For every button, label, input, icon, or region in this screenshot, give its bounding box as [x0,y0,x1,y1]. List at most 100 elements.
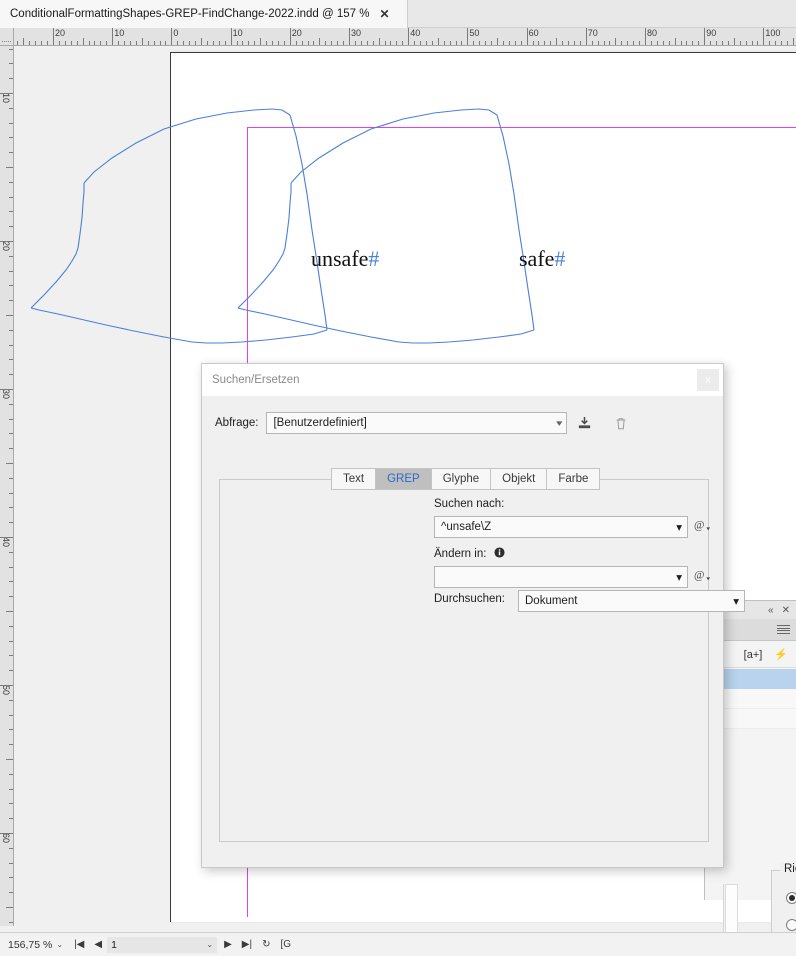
new-style-icon[interactable]: [a+] [744,649,763,661]
ruler-label: 20 [291,28,302,38]
ruler-label: 10 [114,28,125,38]
ruler-tick [449,41,451,45]
ruler-tick [171,28,173,45]
previous-page-icon[interactable]: ◀ [89,939,107,950]
ruler-tick [47,41,49,45]
ruler-tick [76,41,78,45]
ruler-tick [9,877,13,879]
last-page-icon[interactable]: ▶| [237,939,257,950]
close-icon[interactable]: ✕ [379,8,389,20]
chevron-down-icon[interactable]: ⌄ [56,940,63,949]
text-frame-content-safe[interactable]: safe# [519,246,565,272]
ruler-tick [0,241,13,242]
ruler-tick [787,41,789,45]
find-what-value: ^unsafe\Z [441,521,492,533]
direction-option-backward[interactable]: Rückwärts [786,919,796,931]
change-to-input[interactable]: ▾ [434,566,688,588]
horizontal-ruler[interactable]: 20 10 0 10 20 30 40 50 60 70 80 90 100 [14,28,796,46]
ruler-tick [9,818,13,820]
ruler-tick [230,28,232,45]
change-to-special-chars-icon[interactable]: @ [694,567,711,587]
find-change-dialog[interactable]: Suchen/Ersetzen x Abfrage: [Benutzerdefi… [201,363,796,956]
dialog-tab-farbe[interactable]: Farbe [546,468,601,490]
collapse-icon[interactable]: « [768,605,774,616]
page-number-input[interactable]: 1 ⌄ [107,936,218,953]
ruler-label: 70 [587,28,598,38]
chevron-down-icon[interactable]: ⌄ [206,940,213,949]
ruler-tick [70,41,72,45]
panel-menu-icon[interactable] [777,625,790,634]
find-what-special-chars-icon[interactable]: @ [694,517,711,537]
ruler-tick [343,41,345,45]
preflight-icon[interactable]: ↻ [257,939,275,950]
find-what-input[interactable]: ^unsafe\Z ▾ [434,516,688,538]
ruler-tick [58,41,60,45]
dialog-tab-text[interactable]: Text [331,468,376,490]
ruler-tick [9,625,13,627]
ruler-tick [0,93,13,94]
ruler-tick [437,38,439,45]
dialog-tab-objekt[interactable]: Objekt [490,468,547,490]
query-select[interactable]: [Benutzerdefiniert] ▾ [266,412,568,434]
dialog-tab-strip[interactable]: Text GREP Glyphe Objekt Farbe [331,468,601,490]
ruler-tick [195,41,197,45]
ruler-tick [793,38,794,45]
ruler-tick [9,581,13,583]
ruler-origin-corner[interactable] [0,28,14,46]
ruler-tick [135,41,137,45]
quick-apply-icon[interactable]: ⚡ [774,648,788,661]
dialog-tab-grep[interactable]: GREP [375,468,431,490]
ruler-tick [396,41,398,45]
scrollbar-thumb[interactable] [725,884,738,939]
ruler-label: 80 [647,28,658,38]
ruler-tick [573,41,575,45]
ruler-tick [645,28,646,45]
ruler-label: 10 [232,28,243,38]
document-tab[interactable]: ConditionalFormattingShapes-GREP-FindCha… [0,0,408,28]
dialog-tab-glyphe[interactable]: Glyphe [430,468,491,490]
ruler-tick [331,41,333,45]
ruler-tick [0,685,13,686]
zoom-control[interactable]: 156,75 % ⌄ [0,939,69,951]
ruler-tick [88,41,90,45]
radio-forward-icon[interactable] [786,892,796,904]
close-icon[interactable]: ✕ [782,605,790,616]
ruler-tick [254,41,256,45]
ruler-tick [9,344,13,346]
ruler-tick [656,41,658,45]
ruler-tick [502,41,504,45]
search-scope-select[interactable]: Dokument ▾ [518,590,745,612]
ruler-tick [532,41,534,45]
ruler-tick [64,41,66,45]
ruler-tick [6,167,13,168]
dialog-close-icon[interactable]: x [697,369,719,391]
ruler-tick [686,41,688,45]
ruler-tick [556,38,558,45]
ruler-tick [9,566,13,568]
direction-option-forward[interactable]: Vorwärts [786,892,796,904]
save-query-icon[interactable] [575,414,593,432]
status-bar: 156,75 % ⌄ |◀ ◀ 1 ⌄ ▶ ▶| ↻ [G [0,932,796,956]
ruler-tick [9,300,13,302]
ruler-tick [9,152,13,154]
ruler-tick [390,41,392,45]
ruler-tick [218,41,220,45]
ruler-tick [716,41,718,45]
vertical-ruler[interactable]: 10 20 30 40 50 60 [0,46,14,926]
ruler-tick [621,41,623,45]
radio-backward-icon[interactable] [786,919,796,931]
next-page-icon[interactable]: ▶ [219,939,237,950]
ruler-tick [153,41,155,45]
text-frame-content-unsafe[interactable]: unsafe# [311,246,379,272]
frame-text-label: safe [519,246,555,271]
ruler-tick [224,41,226,45]
ruler-tick [544,41,546,45]
ruler-tick [141,38,143,45]
delete-query-trash-icon[interactable] [612,414,630,432]
ruler-label: 30 [1,389,11,400]
change-to-label-text: Ändern in: [434,548,487,560]
ruler-tick [9,255,13,257]
ruler-tick [467,28,469,45]
first-page-icon[interactable]: |◀ [69,939,89,950]
info-icon[interactable] [494,547,505,558]
